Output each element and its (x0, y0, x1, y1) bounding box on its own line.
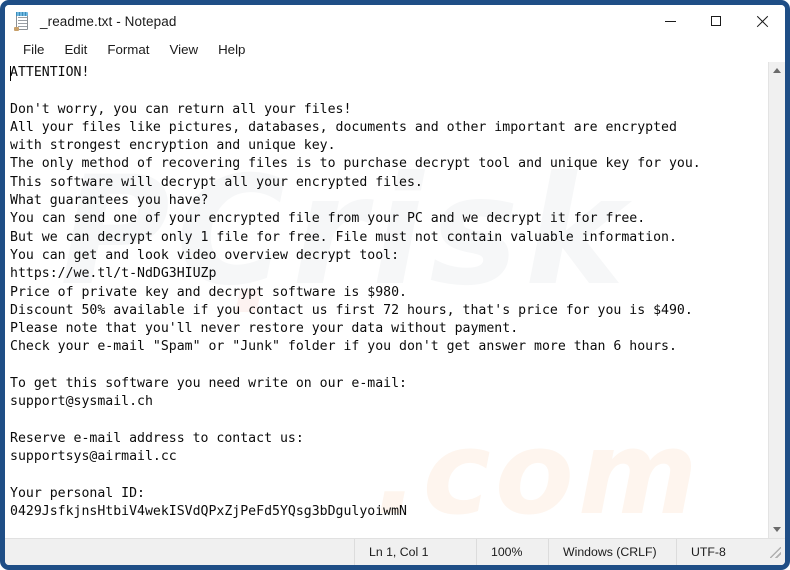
text-line: Discount 50% available if you contact us… (10, 302, 693, 318)
text-caret (10, 66, 11, 81)
menu-item-format[interactable]: Format (98, 40, 158, 59)
document-text: ATTENTION! Don't worry, you can return a… (10, 64, 768, 521)
text-line: But we can decrypt only 1 file for free.… (10, 229, 677, 245)
scroll-up-button[interactable] (769, 62, 786, 79)
menu-item-file[interactable]: File (14, 40, 53, 59)
text-line: https://we.tl/t-NdDG3HIUZp (10, 266, 217, 282)
scroll-down-button[interactable] (769, 521, 786, 538)
text-line: Reserve e-mail address to contact us: (10, 430, 304, 446)
minimize-button[interactable] (647, 5, 693, 37)
minimize-icon (664, 20, 676, 22)
text-line: The only method of recovering files is t… (10, 156, 701, 172)
text-line: What guarantees you have? (10, 193, 209, 209)
notepad-window: _readme.txt - Notepad File Edit Format V… (0, 0, 790, 570)
text-line: 0429JsfkjnsHtbiV4wekISVdQPxZjPeFd5YQsg3b… (10, 504, 407, 520)
status-encoding[interactable]: UTF-8 (676, 539, 768, 565)
text-line: You can send one of your encrypted file … (10, 211, 646, 227)
text-line (10, 357, 768, 375)
text-line: To get this software you need write on o… (10, 376, 407, 392)
status-line-col[interactable]: Ln 1, Col 1 (354, 539, 476, 565)
maximize-button[interactable] (693, 5, 739, 37)
scrollbar-track[interactable] (769, 79, 786, 521)
triangle-up-icon (773, 68, 781, 73)
text-line: supportsys@airmail.cc (10, 449, 177, 465)
text-line: Please note that you'll never restore yo… (10, 321, 519, 337)
resize-grip-icon[interactable] (768, 545, 782, 559)
menu-bar: File Edit Format View Help (5, 37, 785, 62)
status-zoom[interactable]: 100% (476, 539, 548, 565)
notepad-icon (14, 11, 31, 31)
menu-item-edit[interactable]: Edit (55, 40, 96, 59)
window-title: _readme.txt - Notepad (40, 13, 177, 29)
vertical-scrollbar[interactable] (768, 62, 785, 538)
menu-item-help[interactable]: Help (209, 40, 254, 59)
text-line (10, 467, 768, 485)
maximize-icon (711, 16, 721, 26)
close-icon (756, 15, 769, 28)
text-line: with strongest encryption and unique key… (10, 138, 336, 154)
text-line: All your files like pictures, databases,… (10, 119, 677, 135)
text-line: support@sysmail.ch (10, 394, 153, 410)
text-line: Your personal ID: (10, 485, 145, 501)
text-line (10, 82, 768, 100)
editor-area: PCrisk . .com ATTENTION! Don't worry, yo… (5, 62, 785, 538)
text-line: Don't worry, you can return all your fil… (10, 101, 352, 117)
close-button[interactable] (739, 5, 785, 37)
status-bar: Ln 1, Col 1 100% Windows (CRLF) UTF-8 (5, 538, 785, 565)
title-bar[interactable]: _readme.txt - Notepad (5, 5, 785, 37)
text-editor[interactable]: PCrisk . .com ATTENTION! Don't worry, yo… (5, 62, 768, 538)
text-line: ATTENTION! (10, 65, 90, 80)
triangle-down-icon (773, 527, 781, 532)
title-bar-left: _readme.txt - Notepad (5, 11, 647, 31)
text-line: Check your e-mail "Spam" or "Junk" folde… (10, 339, 677, 355)
text-line (10, 412, 768, 430)
text-line: You can get and look video overview decr… (10, 247, 400, 263)
text-line: This software will decrypt all your encr… (10, 174, 423, 190)
window-controls (647, 5, 785, 37)
text-line: Price of private key and decrypt softwar… (10, 284, 407, 300)
menu-item-view[interactable]: View (160, 40, 207, 59)
status-line-ending[interactable]: Windows (CRLF) (548, 539, 676, 565)
